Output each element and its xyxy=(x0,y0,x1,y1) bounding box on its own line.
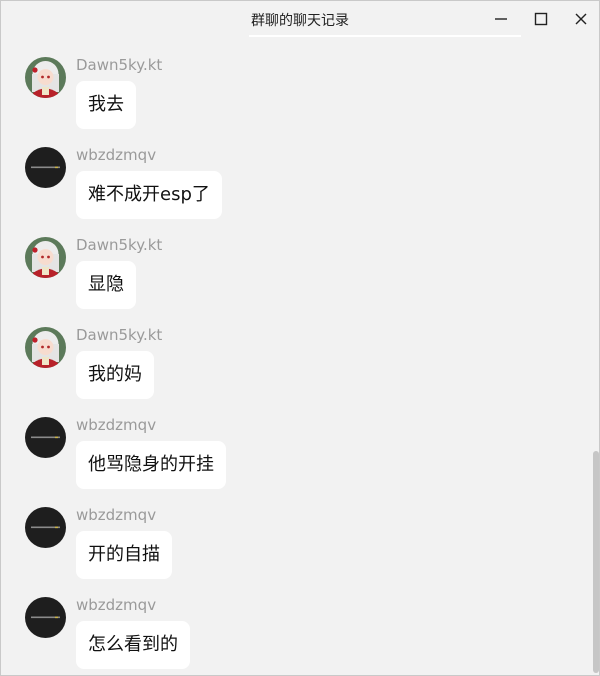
title-bar[interactable]: 群聊的聊天记录 xyxy=(1,1,599,37)
close-button[interactable] xyxy=(561,1,599,37)
minimize-button[interactable] xyxy=(481,1,521,37)
message-item: wbzdzmqv 难不成开esp了 xyxy=(25,127,525,219)
message-item: Dawn5ky.kt 显隐 xyxy=(25,217,525,309)
dark-avatar[interactable] xyxy=(25,507,66,548)
message-bubble[interactable]: 我去 xyxy=(76,81,136,129)
anime-girl-avatar[interactable] xyxy=(25,57,66,98)
sender-name: Dawn5ky.kt xyxy=(76,236,163,254)
message-list[interactable]: Dawn5ky.kt 我去 wbzdzmqv 难不成开esp了 Dawn5ky.… xyxy=(1,37,599,675)
message-item: Dawn5ky.kt 我的妈 xyxy=(25,307,525,399)
chat-history-window: 群聊的聊天记录 Dawn5ky.kt 我去 wbzdzmqv 难不成开esp了 … xyxy=(0,0,600,676)
message-item: wbzdzmqv 他骂隐身的开挂 xyxy=(25,397,525,489)
scrollbar-thumb[interactable] xyxy=(593,451,599,673)
message-bubble[interactable]: 我的妈 xyxy=(76,351,154,399)
sender-name: wbzdzmqv xyxy=(76,506,157,524)
anime-girl-avatar[interactable] xyxy=(25,237,66,278)
anime-girl-avatar[interactable] xyxy=(25,327,66,368)
maximize-button[interactable] xyxy=(521,1,561,37)
message-bubble[interactable]: 怎么看到的 xyxy=(76,621,190,669)
message-item: wbzdzmqv 怎么看到的 xyxy=(25,577,525,669)
close-icon xyxy=(575,13,587,25)
dark-avatar[interactable] xyxy=(25,597,66,638)
message-bubble[interactable]: 开的自描 xyxy=(76,531,172,579)
message-bubble[interactable]: 他骂隐身的开挂 xyxy=(76,441,226,489)
message-item: Dawn5ky.kt 我去 xyxy=(25,37,525,129)
sender-name: Dawn5ky.kt xyxy=(76,326,163,344)
message-bubble[interactable]: 显隐 xyxy=(76,261,136,309)
sender-name: wbzdzmqv xyxy=(76,596,157,614)
sender-name: wbzdzmqv xyxy=(76,146,157,164)
message-item: wbzdzmqv 开的自描 xyxy=(25,487,525,579)
minimize-icon xyxy=(495,18,507,20)
sender-name: wbzdzmqv xyxy=(76,416,157,434)
dark-avatar[interactable] xyxy=(25,147,66,188)
maximize-icon xyxy=(534,12,548,26)
sender-name: Dawn5ky.kt xyxy=(76,56,163,74)
dark-avatar[interactable] xyxy=(25,417,66,458)
message-bubble[interactable]: 难不成开esp了 xyxy=(76,171,222,219)
